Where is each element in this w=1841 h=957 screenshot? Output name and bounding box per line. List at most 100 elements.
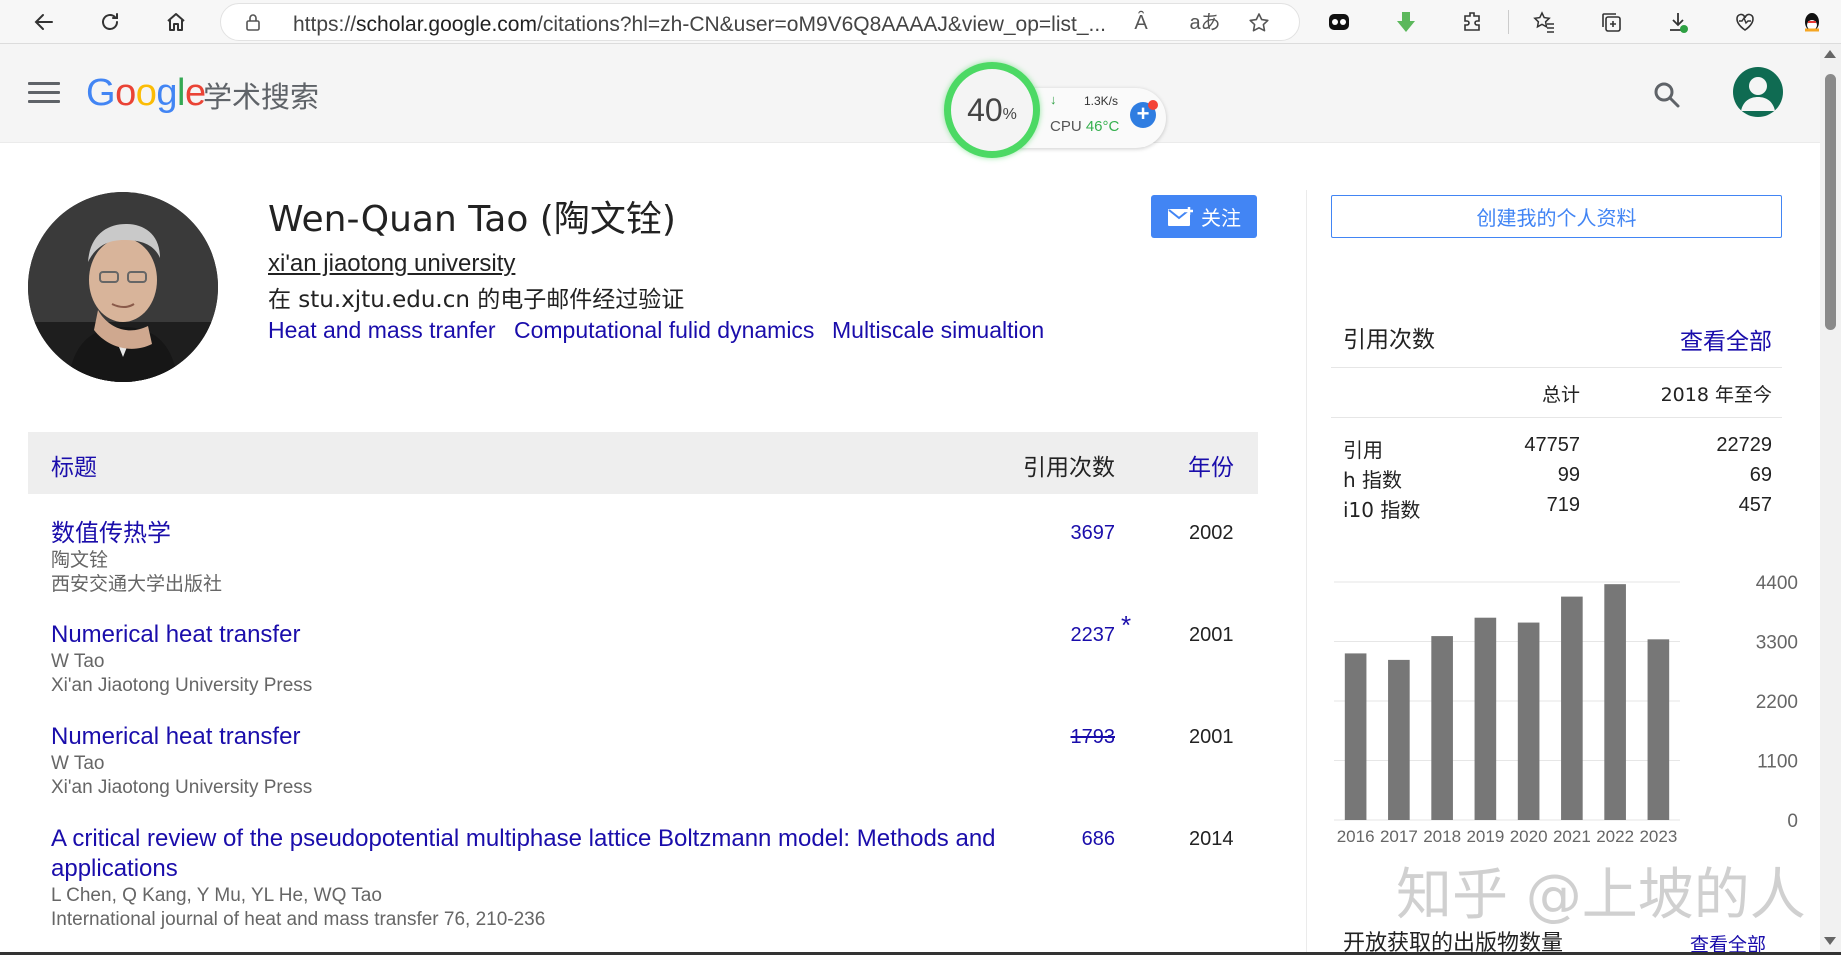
home-button[interactable] <box>158 4 194 40</box>
chart-bar-2017[interactable] <box>1388 659 1410 820</box>
x-tick-label: 2017 <box>1380 827 1418 846</box>
user-icon <box>1741 77 1775 111</box>
cpu-label-text: CPU <box>1050 118 1086 135</box>
sort-by-title[interactable]: 标题 <box>51 448 97 482</box>
x-tick-label: 2018 <box>1423 827 1461 846</box>
hamburger-menu-icon[interactable] <box>28 82 60 106</box>
interest-link[interactable]: Heat and mass tranfer <box>268 317 496 344</box>
favorite-star-icon[interactable] <box>1247 11 1271 35</box>
chart-bar-2021[interactable] <box>1561 596 1583 820</box>
address-bar[interactable]: https://scholar.google.com/citations?hl=… <box>220 3 1300 41</box>
translate-icon[interactable]: aあ <box>1189 11 1221 35</box>
logo-letter: o <box>135 72 157 114</box>
downloads-icon[interactable] <box>1664 8 1692 36</box>
publication-venue: International journal of heat and mass t… <box>51 909 546 930</box>
publication-title-link[interactable]: A critical review of the pseudopotential… <box>51 824 1031 884</box>
merged-citations-star[interactable]: * <box>1121 610 1131 641</box>
scroll-thumb[interactable] <box>1825 74 1836 330</box>
url-prefix: https:// <box>293 13 357 36</box>
divider <box>1331 417 1782 418</box>
cpu-temperature: 46°C <box>1085 118 1120 135</box>
table-row: Numerical heat transfer W Tao Xi'an Jiao… <box>51 722 1261 800</box>
search-icon[interactable] <box>1652 80 1682 110</box>
logo-letter: g <box>156 72 177 114</box>
extensions-puzzle-icon[interactable] <box>1459 8 1487 36</box>
x-tick-label: 2022 <box>1596 827 1634 846</box>
citation-count-link[interactable]: 2237 <box>1025 624 1116 647</box>
citation-count-link[interactable]: 686 <box>1025 828 1115 851</box>
x-tick-label: 2020 <box>1510 827 1548 846</box>
follow-button[interactable]: 关注 <box>1151 195 1257 238</box>
google-logo[interactable]: Google <box>86 72 206 115</box>
portrait-image <box>28 192 218 382</box>
publication-title-line: applications <box>51 855 178 882</box>
scroll-up-arrow-icon[interactable] <box>1824 50 1836 58</box>
citations-per-year-chart: 4400 3300 2200 1100 0 2016 2017 2018 2019 2020 202… <box>1334 573 1798 846</box>
extension-download-arrow-icon[interactable] <box>1392 8 1420 36</box>
page-scrollbar[interactable] <box>1820 44 1841 955</box>
account-avatar[interactable] <box>1733 67 1783 117</box>
x-tick-label: 2016 <box>1337 827 1375 846</box>
table-row: 数值传热学 陶文铨 西安交通大学出版社 3697 2002 <box>51 518 1261 596</box>
lock-icon <box>246 14 260 31</box>
interest-link[interactable]: Multiscale simualtion <box>832 317 1044 344</box>
publications-table-header: 标题 引用次数 年份 <box>28 432 1258 494</box>
column-total: 总计 <box>1541 384 1580 406</box>
y-tick-label: 2200 <box>1756 692 1798 713</box>
interest-link[interactable]: Computational fulid dynamics <box>514 317 814 344</box>
performance-heart-icon[interactable] <box>1731 8 1759 36</box>
profile-name: Wen-Quan Tao (陶文铨) <box>268 199 676 240</box>
publication-authors: 陶文铨 <box>51 549 109 571</box>
publication-title-link[interactable]: 数值传热学 <box>51 518 1011 548</box>
url-host: scholar.google.com <box>356 13 537 36</box>
logo-letter: o <box>115 72 136 114</box>
sort-by-year[interactable]: 年份 <box>1188 448 1234 482</box>
scroll-down-arrow-icon[interactable] <box>1824 937 1836 945</box>
url-text[interactable]: https://scholar.google.com/citations?hl=… <box>293 13 1123 37</box>
browser-toolbar: https://scholar.google.com/citations?hl=… <box>0 0 1841 44</box>
cited-by-view-all-link[interactable]: 查看全部 <box>1680 322 1772 356</box>
qq-penguin-icon[interactable] <box>1798 8 1826 36</box>
publication-title-link[interactable]: Numerical heat transfer <box>51 722 1011 752</box>
x-tick-label: 2019 <box>1466 827 1504 846</box>
y-tick-label: 1100 <box>1757 752 1798 773</box>
chart-bar-2020[interactable] <box>1517 622 1540 820</box>
chart-bar-2023[interactable] <box>1647 639 1670 820</box>
citation-count-link[interactable]: 1793 <box>1025 726 1116 749</box>
reload-button[interactable] <box>92 4 128 40</box>
back-button[interactable] <box>26 4 62 40</box>
extension-mask-icon[interactable] <box>1325 8 1353 36</box>
url-path: /citations?hl=zh-CN&user=oM9V6Q8AAAAJ&vi… <box>536 13 1107 36</box>
favorites-icon[interactable] <box>1530 8 1558 36</box>
notification-dot <box>1148 100 1158 110</box>
scholar-header: Google 学术搜索 <box>0 44 1820 143</box>
reload-icon <box>102 13 118 30</box>
x-tick-label: 2023 <box>1639 827 1677 846</box>
publication-authors: W Tao <box>51 651 105 672</box>
column-since-2018: 2018 年至今 <box>1660 384 1772 406</box>
citation-count-link[interactable]: 3697 <box>1025 522 1116 545</box>
y-tick-label: 0 <box>1787 811 1798 832</box>
logo-letter: G <box>86 72 116 114</box>
x-tick-label: 2021 <box>1553 827 1591 846</box>
follow-label: 关注 <box>1201 206 1241 230</box>
back-arrow-icon <box>34 14 53 30</box>
column-cited-by: 引用次数 <box>1023 455 1115 481</box>
stat-total: 719 <box>1546 494 1580 516</box>
zhihu-watermark: 知乎 @上坡的人 <box>1396 863 1806 928</box>
publication-title-link[interactable]: Numerical heat transfer <box>51 620 1011 650</box>
create-profile-button[interactable]: 创建我的个人资料 <box>1331 195 1782 238</box>
affiliation-link[interactable]: xi'an jiaotong university <box>268 250 515 278</box>
chart-bar-2019[interactable] <box>1474 617 1497 820</box>
stat-since: 457 <box>1738 494 1772 516</box>
stat-total: 47757 <box>1524 434 1580 456</box>
chart-bar-2016[interactable] <box>1344 653 1367 820</box>
chart-bar-2018[interactable] <box>1431 636 1453 820</box>
collections-icon[interactable] <box>1597 8 1625 36</box>
chart-bar-2022[interactable] <box>1604 584 1626 820</box>
network-speed: 1.3K/s <box>1084 94 1119 108</box>
publication-venue: Xi'an Jiaotong University Press <box>51 675 313 696</box>
read-aloud-icon[interactable]: Ȃ <box>1129 11 1153 35</box>
publication-year: 2014 <box>1189 828 1234 850</box>
cpu-monitor-widget[interactable]: 40% ↓ 1.3K/s CPU 46°C + <box>944 62 1170 164</box>
